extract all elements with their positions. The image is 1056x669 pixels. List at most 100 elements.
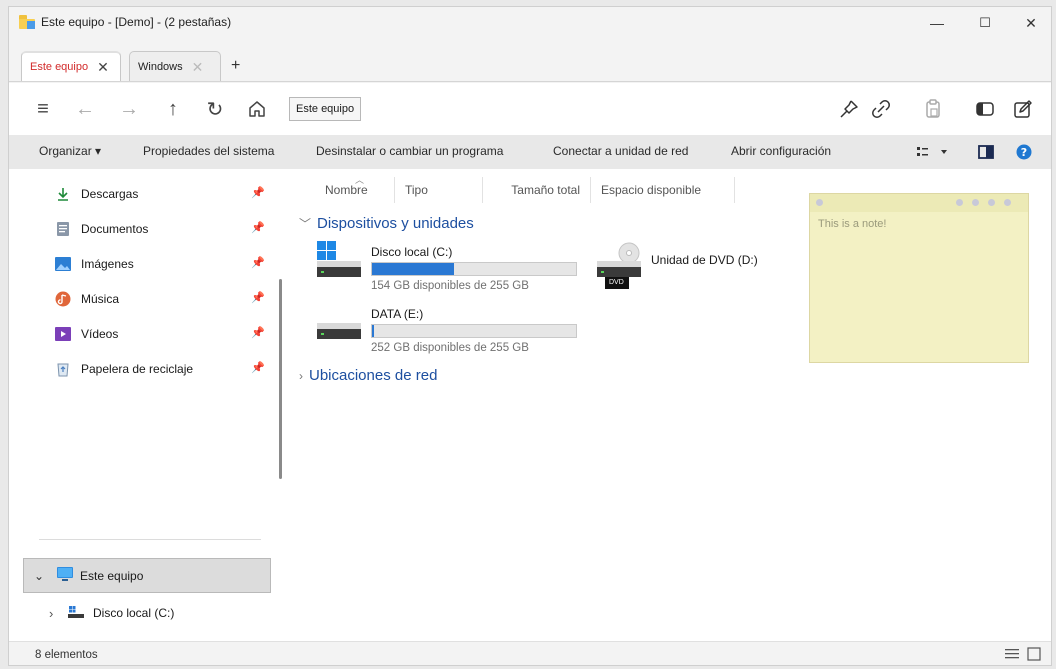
sidebar-scrollbar[interactable] [279,279,282,479]
tab-close-icon[interactable]: ✕ [97,60,109,74]
home-icon[interactable] [243,95,271,123]
group-label: Ubicaciones de red [309,367,438,384]
chevron-right-icon[interactable]: › [49,606,63,621]
drive-usage-bar [371,262,577,276]
computer-icon [56,566,74,585]
refresh-icon[interactable]: ↻ [201,95,229,123]
tree-item-disco-local[interactable]: › Disco local (C:) [23,597,271,629]
pin-icon[interactable]: 📌 [251,221,265,234]
pin-icon[interactable]: 📌 [251,256,265,269]
tree-item-label: Este equipo [80,568,144,583]
column-label: Tipo [405,183,428,197]
group-header-devices[interactable]: ﹀ Dispositivos y unidades [299,215,474,232]
column-header-espacio[interactable]: Espacio disponible [591,177,735,203]
sort-ascending-icon: ︿ [355,175,365,185]
tab-close-icon[interactable]: ✕ [192,60,204,74]
clipboard-icon[interactable] [919,95,947,123]
drive-item-dvd[interactable]: DVD Unidad de DVD (D:) [595,241,795,297]
pin-icon[interactable]: 📌 [251,361,265,374]
group-header-network[interactable]: › Ubicaciones de red [299,367,437,384]
sticky-note[interactable]: This is a note! [809,193,1029,363]
drive-icon [317,323,361,339]
drive-usage-fill [372,263,454,275]
note-dot[interactable] [956,199,963,206]
new-tab-button[interactable]: + [231,57,240,75]
view-options-icon[interactable] [915,143,951,161]
chevron-down-icon[interactable]: ⌄ [34,569,48,583]
pin-icon[interactable]: 📌 [251,186,265,199]
drive-usage-fill [372,325,375,337]
drive-usage-bar [371,324,577,338]
maximize-button[interactable]: ☐ [963,11,1007,35]
sidebar-item-label: Imágenes [81,257,134,271]
chevron-down-icon[interactable]: ﹀ [299,215,311,232]
preview-pane-icon[interactable] [977,143,995,161]
pin-icon[interactable] [835,95,863,123]
title-bar: Este equipo - [Demo] - (2 pestañas) — ☐ … [9,7,1051,39]
system-properties-button[interactable]: Propiedades del sistema [143,144,274,158]
note-dot [816,199,823,206]
drive-item-e[interactable]: DATA (E:) 252 GB disponibles de 255 GB [315,303,605,359]
drive-free-space: 154 GB disponibles de 255 GB [371,280,529,292]
windows-drive-icon [317,241,361,277]
tab-label: Este equipo [30,61,89,73]
minimize-button[interactable]: — [915,11,959,35]
note-dot[interactable] [972,199,979,206]
tab-label: Windows [138,60,183,73]
forward-icon[interactable]: → [115,95,143,123]
edit-icon[interactable] [1009,95,1037,123]
note-dot[interactable] [1004,199,1011,206]
large-icons-view-icon[interactable] [1027,647,1041,664]
music-icon [55,291,71,307]
up-icon[interactable]: ↑ [159,95,187,123]
link-icon[interactable] [867,95,895,123]
drive-icon [67,605,85,622]
group-label: Dispositivos y unidades [317,215,474,232]
column-header-tamano[interactable]: Tamaño total [483,177,591,203]
status-bar: 8 elementos [9,641,1051,665]
tab-este-equipo[interactable]: Este equipo ✕ [21,51,121,81]
sidebar-item-label: Música [81,292,120,306]
panel-toggle-icon[interactable] [971,95,999,123]
sidebar-item-label: Papelera de reciclaje [81,362,194,376]
sidebar-item-label: Vídeos [81,327,119,341]
video-icon [55,326,71,342]
drive-free-space: 252 GB disponibles de 255 GB [371,342,529,354]
note-dot[interactable] [988,199,995,206]
sidebar-item-videos[interactable]: Vídeos 📌 [55,319,265,349]
back-icon[interactable]: ← [71,95,99,123]
image-icon [55,256,71,272]
menu-icon[interactable]: ≡ [29,95,57,123]
tree-item-este-equipo[interactable]: ⌄ Este equipo [23,558,271,593]
sidebar-item-label: Documentos [81,222,149,236]
open-settings-button[interactable]: Abrir configuración [731,144,831,158]
map-network-drive-button[interactable]: Conectar a unidad de red [553,144,688,158]
close-button[interactable]: ✕ [1009,11,1051,35]
breadcrumb[interactable]: Este equipo [289,97,362,121]
note-text[interactable]: This is a note! [818,218,886,230]
drive-name: DATA (E:) [371,307,424,321]
sidebar-item-papelera[interactable]: Papelera de reciclaje 📌 [55,354,265,384]
sidebar-item-musica[interactable]: Música 📌 [55,284,265,314]
command-bar: Organizar ▾ Propiedades del sistema Desi… [9,135,1051,169]
tab-divider [9,81,1051,82]
document-icon [55,221,71,237]
sidebar-item-descargas[interactable]: Descargas 📌 [55,179,265,209]
explorer-window: Este equipo - [Demo] - (2 pestañas) — ☐ … [8,6,1052,666]
column-label: Tamaño total [511,183,580,197]
pin-icon[interactable]: 📌 [251,291,265,304]
drive-item-c[interactable]: Disco local (C:) 154 GB disponibles de 2… [315,241,605,297]
tab-windows[interactable]: Windows ✕ [129,51,221,81]
help-icon[interactable]: ? [1015,143,1033,161]
organize-button[interactable]: Organizar ▾ [39,144,101,158]
sidebar-item-documentos[interactable]: Documentos 📌 [55,214,265,244]
details-view-icon[interactable] [1005,648,1019,663]
sidebar-item-imagenes[interactable]: Imágenes 📌 [55,249,265,279]
chevron-right-icon[interactable]: › [299,369,303,383]
sidebar-separator [39,539,261,540]
uninstall-program-button[interactable]: Desinstalar o cambiar un programa [316,144,503,158]
column-header-tipo[interactable]: Tipo [395,177,483,203]
window-title: Este equipo - [Demo] - (2 pestañas) [41,15,232,29]
note-header[interactable] [810,194,1028,212]
pin-icon[interactable]: 📌 [251,326,265,339]
